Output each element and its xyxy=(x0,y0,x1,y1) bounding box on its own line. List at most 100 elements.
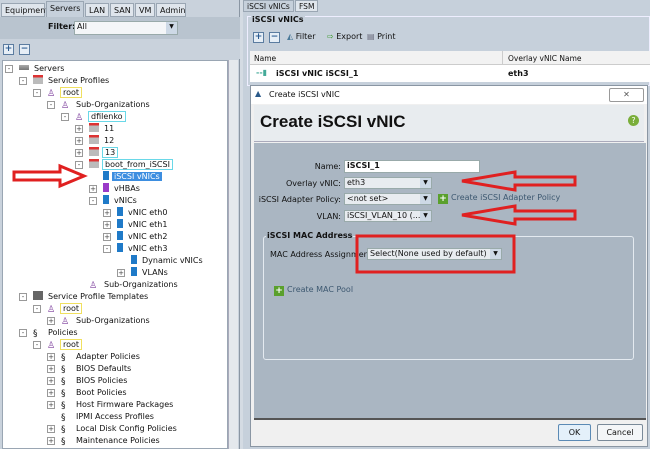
tree-item[interactable]: + § Boot Policies xyxy=(47,387,129,399)
help-icon[interactable]: ? xyxy=(628,115,639,126)
tab-san[interactable]: SAN xyxy=(110,3,134,17)
expand-icon[interactable]: + xyxy=(103,221,111,229)
tree-item[interactable]: + § BIOS Policies xyxy=(47,375,129,387)
tab-lan[interactable]: LAN xyxy=(85,3,109,17)
expand-icon[interactable]: + xyxy=(47,317,55,325)
cancel-button[interactable]: Cancel xyxy=(597,424,643,441)
tree-item-label: BIOS Defaults xyxy=(76,364,132,373)
filter-button[interactable]: ◭ Filter xyxy=(287,32,316,41)
remove-button[interactable]: − xyxy=(269,32,280,43)
expand-icon[interactable]: + xyxy=(89,185,97,193)
expand-icon[interactable]: + xyxy=(47,365,55,373)
collapse-icon[interactable]: - xyxy=(33,305,41,313)
tree-item[interactable]: + § Host Firmware Packages xyxy=(47,399,175,411)
tree-item-label: Policies xyxy=(48,328,78,337)
tree-item[interactable]: - Service Profile Templates xyxy=(19,291,150,303)
column-overlay-vnic-name[interactable]: Overlay vNIC Name xyxy=(508,54,582,63)
expand-all-button[interactable]: + xyxy=(3,44,14,55)
expand-icon[interactable]: + xyxy=(47,377,55,385)
name-input[interactable]: iSCSI_1 xyxy=(344,160,480,173)
collapse-icon[interactable]: - xyxy=(75,161,83,169)
mac-address-assignment-select[interactable]: Select(None used by default) ▼ xyxy=(367,248,502,260)
tree-scrollbar[interactable] xyxy=(228,60,238,449)
tree-item[interactable]: + ♙ Sub-Organizations xyxy=(47,315,152,327)
collapse-icon[interactable]: - xyxy=(19,293,27,301)
tree-item[interactable]: - ♙ root xyxy=(33,303,83,315)
tree-item[interactable]: + vNIC eth2 xyxy=(103,231,169,243)
create-iscsi-adapter-policy-link[interactable]: + Create iSCSI Adapter Policy xyxy=(438,193,560,204)
tree-item[interactable]: + § Local Disk Config Policies xyxy=(47,423,179,435)
tree-item[interactable]: + VLANs xyxy=(117,267,170,279)
tree-item[interactable]: +13 xyxy=(75,147,119,159)
tree-item[interactable]: - ♙ root xyxy=(33,87,83,99)
collapse-icon[interactable]: - xyxy=(19,77,27,85)
tree-item[interactable]: - ♙ root xyxy=(33,339,83,351)
collapse-icon[interactable]: - xyxy=(33,341,41,349)
tree-item[interactable]: - vNIC eth3 xyxy=(103,243,169,255)
expand-icon[interactable]: + xyxy=(75,149,83,157)
tab-iscsi-vnics[interactable]: iSCSI vNICs xyxy=(243,0,294,12)
tree-item[interactable]: + § Maintenance Policies xyxy=(47,435,162,447)
tree-item-label: vNIC eth2 xyxy=(128,232,168,241)
collapse-icon[interactable]: - xyxy=(19,329,27,337)
collapse-icon[interactable]: - xyxy=(103,245,111,253)
vlan-select[interactable]: iSCSI_VLAN_10 (... ▼ xyxy=(344,210,432,222)
expand-icon[interactable]: + xyxy=(47,353,55,361)
create-mac-pool-link[interactable]: + Create MAC Pool xyxy=(274,285,353,296)
expand-icon[interactable]: + xyxy=(47,437,55,445)
expand-icon[interactable]: + xyxy=(47,425,55,433)
template-icon xyxy=(33,291,43,300)
table-row[interactable]: --▮ iSCSI vNIC iSCSI_1 eth3 xyxy=(250,65,650,82)
ok-button[interactable]: OK xyxy=(558,424,591,441)
tree-item[interactable]: - § Policies xyxy=(19,327,80,339)
tree-item[interactable]: + vNIC eth1 xyxy=(103,219,169,231)
add-button[interactable]: + xyxy=(253,32,264,43)
expand-icon[interactable]: + xyxy=(47,401,55,409)
column-name[interactable]: Name xyxy=(254,54,276,63)
expand-icon[interactable]: + xyxy=(117,269,125,277)
collapse-icon[interactable]: - xyxy=(5,65,13,73)
tab-admin[interactable]: Admin xyxy=(156,3,186,17)
tree-item[interactable]: - boot_from_iSCSI xyxy=(75,159,173,171)
tree-item[interactable]: - vNICs xyxy=(89,195,139,207)
iscsi-adapter-policy-select[interactable]: <not set> ▼ xyxy=(344,193,432,205)
tree-item[interactable]: Dynamic vNICs xyxy=(131,255,205,267)
collapse-icon[interactable]: - xyxy=(47,101,55,109)
tab-equipment[interactable]: Equipment xyxy=(1,3,48,17)
tree-item[interactable]: + § BIOS Defaults xyxy=(47,363,133,375)
tab-fsm[interactable]: FSM xyxy=(295,0,319,12)
expand-icon[interactable]: + xyxy=(103,233,111,241)
export-button[interactable]: ⇨ Export xyxy=(327,32,362,41)
filter-select[interactable]: All ▼ xyxy=(74,21,178,35)
tree-item[interactable]: - ♙ dfilenko xyxy=(61,111,126,123)
row-overlay: eth3 xyxy=(508,69,529,78)
expand-icon[interactable]: + xyxy=(103,209,111,217)
policy-icon: § xyxy=(61,353,66,363)
tree-item[interactable]: ♙ Sub-Organizations xyxy=(89,279,180,291)
tree-item[interactable]: +11 xyxy=(75,123,116,135)
close-button[interactable]: ✕ xyxy=(609,88,644,102)
tab-servers[interactable]: Servers xyxy=(46,1,84,17)
tree-item[interactable]: + vNIC eth0 xyxy=(103,207,169,219)
plus-icon: + xyxy=(274,286,284,296)
collapse-icon[interactable]: - xyxy=(89,197,97,205)
expand-icon[interactable]: + xyxy=(75,137,83,145)
overlay-vnic-select[interactable]: eth3 ▼ xyxy=(344,177,432,189)
tab-vm[interactable]: VM xyxy=(135,3,155,17)
tree-item-label: dfilenko xyxy=(88,111,126,122)
collapse-icon[interactable]: - xyxy=(33,89,41,97)
tree-item[interactable]: + vHBAs xyxy=(89,183,142,195)
tree-item[interactable]: - Servers xyxy=(5,63,66,75)
tree-item[interactable]: - Service Profiles xyxy=(19,75,111,87)
tree-item[interactable]: iSCSI vNICs xyxy=(103,171,162,183)
expand-icon[interactable]: + xyxy=(47,389,55,397)
tree-toolbar: + − xyxy=(0,39,240,59)
tree-item[interactable]: § IPMI Access Profiles xyxy=(61,411,156,423)
collapse-icon[interactable]: - xyxy=(61,113,69,121)
tree-item[interactable]: + § Adapter Policies xyxy=(47,351,142,363)
print-button[interactable]: ▤ Print xyxy=(367,32,396,41)
collapse-all-button[interactable]: − xyxy=(19,44,30,55)
tree-item[interactable]: +12 xyxy=(75,135,116,147)
expand-icon[interactable]: + xyxy=(75,125,83,133)
tree-item[interactable]: - ♙ Sub-Organizations xyxy=(47,99,152,111)
